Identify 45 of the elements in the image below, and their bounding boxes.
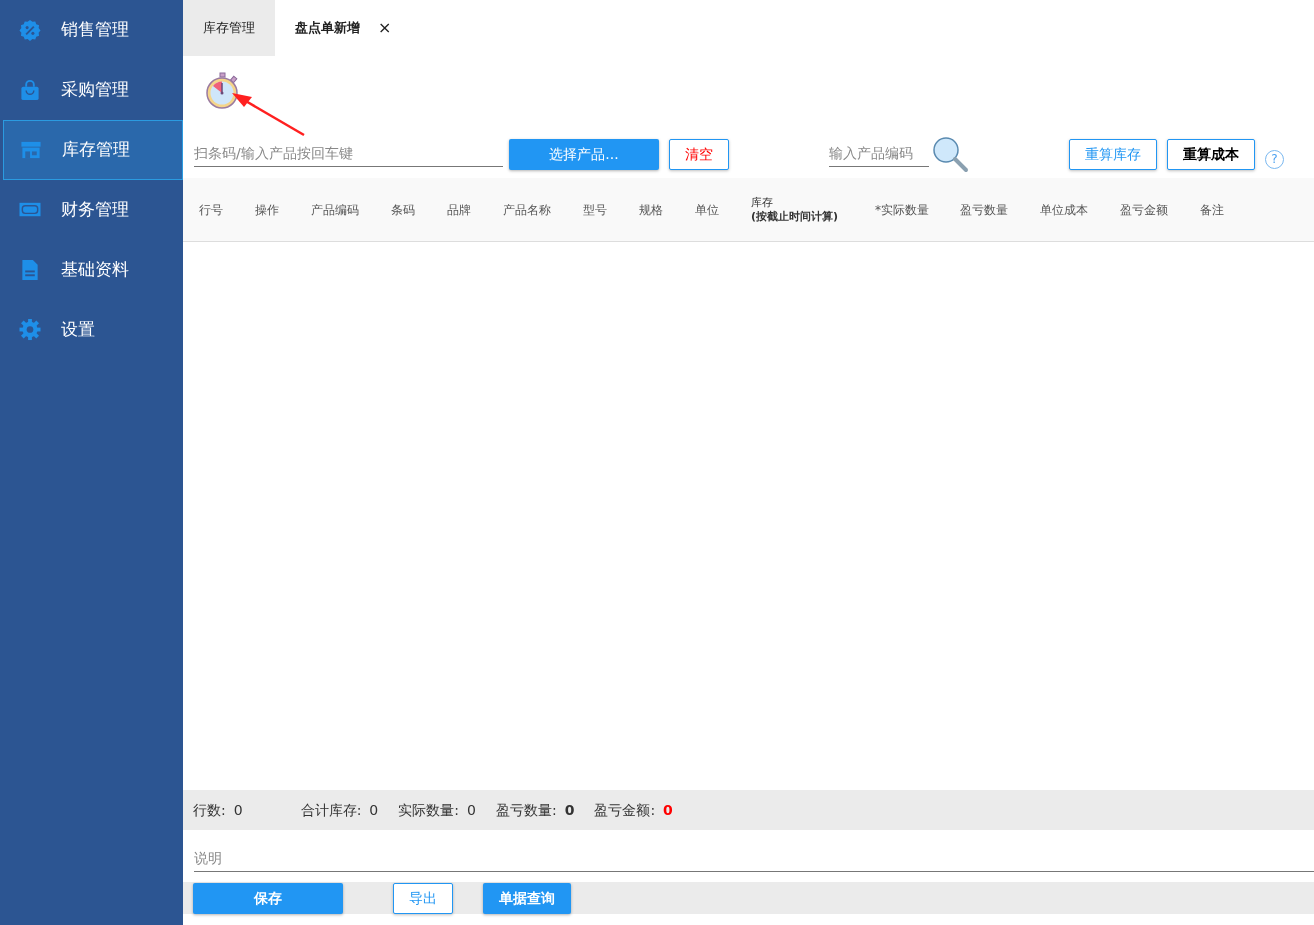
column-header: 备注	[1200, 201, 1225, 219]
stopwatch-icon[interactable]	[205, 72, 241, 110]
recalculate-cost-button[interactable]: 重算成本	[1167, 138, 1255, 170]
sidebar-label[interactable]: 销售管理	[61, 17, 129, 43]
clear-button[interactable]: 清空	[669, 138, 729, 170]
column-header: 型号	[583, 201, 608, 219]
summary-label: 合计库存:	[300, 800, 362, 820]
sidebar-label[interactable]: 基础资料	[61, 257, 129, 283]
column-header: 产品编码	[311, 201, 360, 219]
column-header: 品牌	[447, 201, 472, 219]
search-field[interactable]: 扫条码/输入产品按回车键	[194, 141, 503, 167]
search-icon[interactable]	[931, 135, 969, 173]
tab[interactable]: 盘点单新增	[295, 18, 360, 38]
bag-icon	[19, 79, 41, 101]
summary-label: 实际数量:	[398, 800, 459, 820]
column-header: 规格	[639, 201, 664, 219]
column-header: 单位成本	[1040, 201, 1089, 219]
summary-value: 0	[663, 800, 673, 820]
column-header: *实际数量	[875, 201, 930, 219]
store-icon	[20, 139, 42, 161]
column-header: 操作	[255, 201, 280, 219]
summary-value: 0	[467, 800, 476, 820]
column-header: 行号	[199, 201, 224, 219]
summary-label: 行数:	[193, 800, 226, 820]
close-button[interactable]: ×	[378, 16, 392, 40]
note-field[interactable]: 说明	[194, 846, 1314, 872]
sidebar-label[interactable]: 财务管理	[61, 197, 129, 223]
sidebar-label[interactable]: 库存管理	[62, 137, 130, 163]
summary-label: 盈亏数量:	[495, 800, 557, 820]
column-header: 库存 (按截止时间计算)	[751, 196, 840, 223]
column-header: 单位	[695, 201, 720, 219]
summary-value: 0	[233, 800, 243, 820]
sidebar-label[interactable]: 采购管理	[61, 77, 129, 103]
sidebar-label[interactable]: 设置	[61, 317, 95, 343]
document-icon	[19, 259, 41, 281]
column-header: 产品名称	[503, 201, 552, 219]
badge-icon	[19, 19, 41, 41]
summary-value: 0	[369, 800, 379, 820]
summary-label: 盈亏金额:	[594, 800, 656, 820]
product-code-field[interactable]: 输入产品编码	[829, 141, 929, 167]
column-header: 条码	[391, 201, 416, 219]
summary-value: 0	[564, 800, 575, 820]
settings-icon	[19, 319, 41, 341]
column-header: 盈亏数量	[960, 201, 1009, 219]
column-header: 盈亏金额	[1120, 201, 1169, 219]
